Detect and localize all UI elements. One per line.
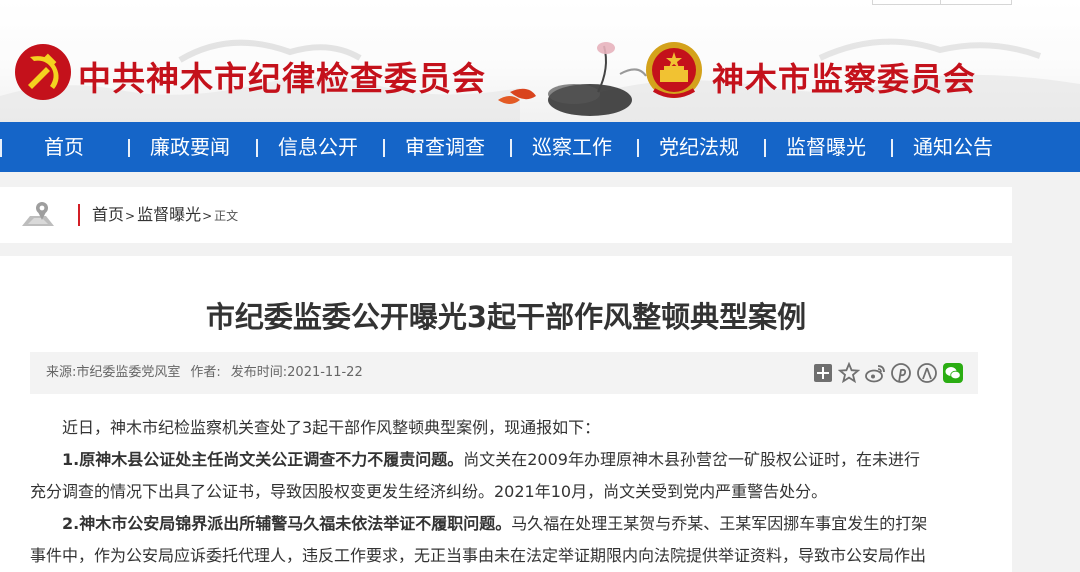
nav-separator <box>637 139 639 157</box>
star-icon[interactable] <box>838 362 860 384</box>
nav-item-regulations[interactable]: 党纪法规 <box>659 122 739 172</box>
case-2-paragraph-cont: 事件中，作为公安局应诉委托代理人，违反工作要求，无正当事由未在法定举证期限内向法… <box>30 546 927 565</box>
nav-separator <box>891 139 893 157</box>
wechat-icon[interactable] <box>942 362 964 384</box>
national-emblem-icon <box>646 42 702 98</box>
share-toolbar <box>812 362 964 384</box>
nav-separator <box>128 139 130 157</box>
breadcrumb: 首页> 监督曝光> 正文 <box>0 187 1012 243</box>
article-meta-bar: 来源:市纪委监委党风室 作者: 发布时间:2021-11-22 <box>30 352 978 394</box>
nav-separator <box>510 139 512 157</box>
nav-item-supervision-exposure[interactable]: 监督曝光 <box>786 122 866 172</box>
breadcrumb-trail: 首页> 监督曝光> 正文 <box>92 187 238 243</box>
breadcrumb-section-link[interactable]: 监督曝光 <box>137 205 201 224</box>
ink-lotus-painting <box>498 42 647 116</box>
renren-icon[interactable] <box>916 362 938 384</box>
nav-item-investigation[interactable]: 审查调查 <box>405 122 485 172</box>
case-1-heading: 1.原神木县公证处主任尚文关公正调查不力不履责问题。 <box>62 450 464 469</box>
case-1-text: 尚文关在2009年办理原神木县孙营岔一矿股权公证时，在未进行 <box>463 450 920 469</box>
breadcrumb-separator: > <box>125 209 136 223</box>
breadcrumb-home-link[interactable]: 首页 <box>92 205 124 224</box>
party-emblem-icon <box>15 44 71 100</box>
case-1-paragraph: 1.原神木县公证处主任尚文关公正调查不力不履责问题。尚文关在2009年办理原神木… <box>30 444 980 476</box>
nav-separator <box>383 139 385 157</box>
nav-item-news[interactable]: 廉政要闻 <box>150 122 230 172</box>
breadcrumb-separator: > <box>202 209 213 223</box>
main-navigation: 首页 廉政要闻 信息公开 审查调查 巡察工作 党纪法规 监督曝光 通知公告 <box>0 122 1080 172</box>
nav-item-home[interactable]: 首页 <box>44 122 84 172</box>
pinterest-icon[interactable] <box>890 362 912 384</box>
article-publish-date: 发布时间:2021-11-22 <box>230 365 363 380</box>
article-body: 近日，神木市纪检监察机关查处了3起干部作风整顿典型案例，现通报如下： 1.原神木… <box>30 412 980 572</box>
case-2-heading: 2.神木市公安局锦界派出所辅警马久福未依法举证不履职问题。 <box>62 514 512 533</box>
article-title: 市纪委监委公开曝光3起干部作风整顿典型案例 <box>205 300 807 334</box>
nav-item-notices[interactable]: 通知公告 <box>913 122 993 172</box>
breadcrumb-current: 正文 <box>214 209 239 223</box>
case-2-text: 马久福在处理王某贺与乔某、王某军因挪车事宜发生的打架 <box>511 514 928 533</box>
article-author: 作者: <box>190 365 221 380</box>
party-committee-name: 中共神木市纪律检查委员会 <box>78 59 486 98</box>
case-2-paragraph: 2.神木市公安局锦界派出所辅警马久福未依法举证不履职问题。马久福在处理王某贺与乔… <box>30 508 980 540</box>
plus-icon[interactable] <box>812 362 834 384</box>
nav-separator <box>256 139 258 157</box>
site-header-banner: 中共神木市纪律检查委员会 神木市监察委员会 <box>0 0 1080 122</box>
breadcrumb-accent-bar <box>78 204 80 226</box>
case-1-paragraph-cont: 充分调查的情况下出具了公证书，导致因股权变更发生经济纠纷。2021年10月，尚文… <box>30 482 828 501</box>
supervision-committee-name: 神木市监察委员会 <box>712 60 977 98</box>
article-meta: 来源:市纪委监委党风室 作者: 发布时间:2021-11-22 <box>46 352 373 394</box>
article-intro-paragraph: 近日，神木市纪检监察机关查处了3起干部作风整顿典型案例，现通报如下： <box>62 418 601 437</box>
weibo-icon[interactable] <box>864 362 886 384</box>
location-pin-icon <box>22 202 54 226</box>
nav-separator <box>764 139 766 157</box>
nav-item-info-disclosure[interactable]: 信息公开 <box>278 122 358 172</box>
nav-item-inspection[interactable]: 巡察工作 <box>532 122 612 172</box>
article-container: 市纪委监委公开曝光3起干部作风整顿典型案例 来源:市纪委监委党风室 作者: 发布时间… <box>0 256 1012 572</box>
nav-separator <box>0 139 2 157</box>
article-source: 来源:市纪委监委党风室 <box>46 365 181 380</box>
